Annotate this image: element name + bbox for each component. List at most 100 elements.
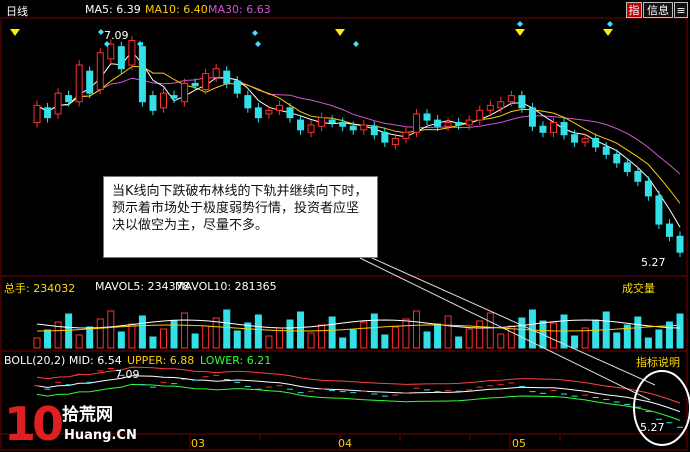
low-price-label: 5.27 [641,256,666,269]
volume-bar [138,315,146,349]
volume-bar [233,330,241,349]
signal-arrow-icon [10,29,20,36]
candle [223,70,231,84]
candle [423,113,431,121]
volume-bar [592,319,600,349]
candle [592,137,600,148]
info-button[interactable]: 信息 [643,2,673,18]
candle [212,68,220,78]
mavol10-label: MAVOL10: 281365 [175,280,277,293]
volume-bar [676,313,684,349]
candle [676,235,684,253]
volume-bar [391,326,399,349]
volume-bar [402,318,410,349]
boll-lower-label: LOWER: 6.21 [200,354,272,367]
boll-tag[interactable]: 指标说明 [636,354,680,370]
month-label: 04 [338,437,352,450]
candle [149,95,157,111]
candle [539,125,547,133]
volume-bar [328,316,336,349]
candle [518,95,526,109]
volume-bar [254,314,262,349]
candle [349,125,357,131]
volume-bar [286,319,294,349]
volume-bar [497,333,505,349]
candle [602,146,610,155]
volume-bar [128,323,136,349]
candle [202,73,210,90]
candle [275,104,283,111]
signal-arrow-icon [603,29,613,36]
signal-diamond-icon [255,41,261,47]
annotation-callout: 当K线向下跌破布林线的下轨并继续向下时，预示着市场处于极度弱势行情，投资者应坚决… [103,176,378,258]
signal-arrow-icon [335,29,345,36]
volume-bar [349,329,357,349]
candle [191,82,199,87]
candle [497,101,505,109]
watermark-number: 10 [4,397,64,451]
month-label: 03 [191,437,205,450]
boll-high-label: 7.09 [115,368,140,381]
indicator-button[interactable]: 指 [626,2,642,18]
candle [507,95,515,103]
signal-arrow-icon [515,29,525,36]
candle [581,137,589,143]
candle [33,104,41,124]
candle [528,107,536,127]
volume-bar [434,323,442,349]
candle [402,131,410,139]
candle [391,137,399,146]
signal-diamond-icon [353,41,359,47]
candle [613,153,621,164]
volume-bar [476,320,484,349]
candle [571,134,579,143]
volume-bar [360,321,368,349]
candle [86,70,94,94]
candle [297,119,305,131]
candle [181,82,189,103]
signal-diamond-icon [252,30,258,36]
volume-tag[interactable]: 成交量 [622,280,655,296]
volume-bar [75,334,83,349]
volume-bar [107,310,115,349]
period-label[interactable]: 日线 [6,3,28,19]
candle [339,122,347,127]
volume-bar [33,337,41,349]
volume-bar [634,316,642,349]
volume-bar [65,313,73,349]
candle [65,95,73,103]
boll-mid-label: BOLL(20,2) MID: 6.54 [4,354,122,367]
volume-bar [370,313,378,349]
volume-bar [265,335,273,349]
ma30-line [36,76,681,175]
candle [370,125,378,136]
candle [244,95,252,109]
month-label: 05 [512,437,526,450]
candle [254,107,262,119]
volume-bar [149,336,157,349]
volume-bar [571,335,579,349]
candle [381,131,389,143]
candle [138,46,146,103]
candle [318,117,326,127]
volume-bar [117,331,125,349]
candle [265,109,273,115]
menu-button[interactable]: ≡ [674,2,688,18]
watermark-name: 拾荒网 [62,405,113,425]
volume-label: 总手: 234032 [4,282,76,295]
stock-chart-window: 日线 MA5: 6.39 MA10: 6.40 MA30: 6.63 指 信息 … [0,0,690,452]
candle [170,95,178,99]
volume-bar [518,317,526,349]
candle [233,80,241,94]
ma10-label: MA10: 6.40 [145,3,208,16]
candle [465,119,473,126]
volume-bar [86,326,94,349]
high-price-label: 7.09 [104,29,129,42]
volume-bar [318,324,326,349]
volume-bar [307,332,315,349]
volume-bar [223,309,231,349]
candle [560,122,568,136]
candle [655,195,663,225]
callout-text: 当K线向下跌破布林线的下轨并继续向下时，预示着市场处于极度弱势行情，投资者应坚决… [112,184,368,233]
volume-bar [381,334,389,349]
